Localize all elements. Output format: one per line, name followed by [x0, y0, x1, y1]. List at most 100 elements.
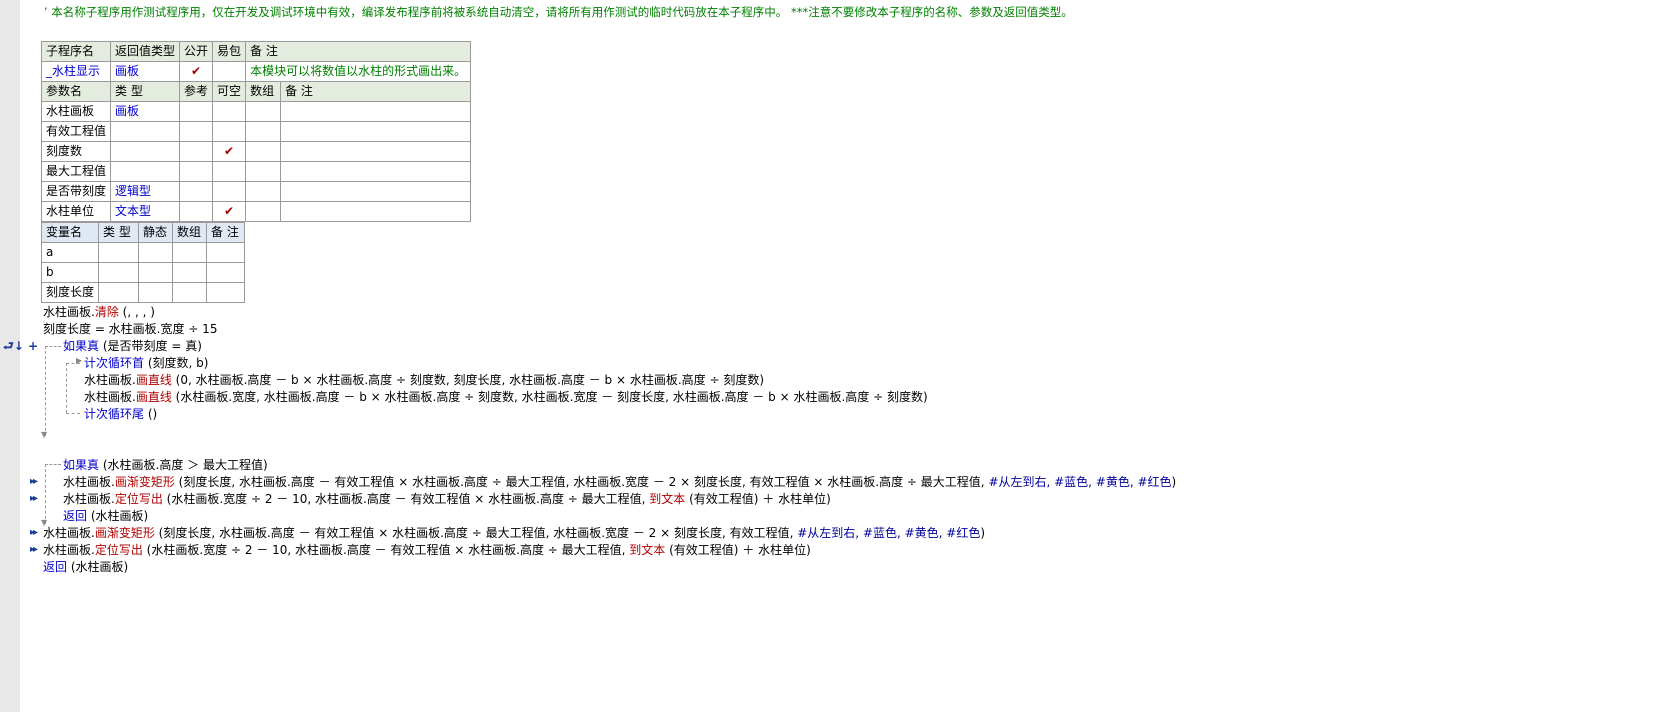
subroutine-row[interactable]: _水柱显示 画板 ✔ 本模块可以将数值以水柱的形式画出来。 [40, 61, 472, 82]
code-line[interactable]: 如果真 (是否带刻度 = 真) [63, 338, 202, 355]
code-method[interactable]: 画直线 [136, 373, 172, 387]
code-keyword[interactable]: 计次循环首 [84, 356, 144, 370]
subroutine-note[interactable]: 本模块可以将数值以水柱的形式画出来。 [245, 61, 472, 82]
subroutine-header-row: 子程序名 返回值类型 公开 易包 备 注 [40, 41, 472, 62]
code-line[interactable]: 水柱画板.定位写出 (水柱画板.宽度 ÷ 2 － 10, 水柱画板.高度 － 有… [63, 491, 831, 508]
param-type[interactable]: 画板 [110, 101, 181, 122]
variable-note[interactable] [206, 282, 245, 303]
param-name[interactable]: 有效工程值 [40, 121, 112, 142]
nullable-check-icon[interactable]: ✔ [212, 201, 247, 222]
collapse-marker-icon[interactable]: ⮐↓ + [3, 337, 38, 358]
param-nullable[interactable] [212, 121, 247, 142]
code-line[interactable]: 水柱画板.画渐变矩形 (刻度长度, 水柱画板.高度 － 有效工程值 × 水柱画板… [63, 474, 1176, 491]
code-line[interactable]: 水柱画板.画渐变矩形 (刻度长度, 水柱画板.高度 － 有效工程值 × 水柱画板… [43, 525, 985, 542]
code-line[interactable]: 计次循环首 (刻度数, b) [84, 355, 208, 372]
code-function[interactable]: 到文本 [629, 543, 665, 557]
param-tail[interactable] [245, 141, 472, 162]
param-ref[interactable] [179, 161, 214, 182]
param-row[interactable]: 最大工程值 [40, 161, 472, 182]
code-line[interactable]: 水柱画板.定位写出 (水柱画板.宽度 ÷ 2 － 10, 水柱画板.高度 － 有… [43, 542, 811, 559]
variable-type[interactable] [98, 262, 140, 283]
variable-name[interactable]: 刻度长度 [40, 282, 100, 303]
variable-array[interactable] [172, 242, 208, 263]
param-tail[interactable] [245, 121, 472, 142]
param-row[interactable]: 刻度数 ✔ [40, 141, 472, 162]
param-type[interactable] [110, 161, 181, 182]
code-method[interactable]: 画直线 [136, 390, 172, 404]
breakpoint-marker-icon[interactable]: ▸▸ [30, 476, 38, 487]
code-object: 水柱画板. [84, 373, 136, 387]
param-nullable[interactable] [212, 181, 247, 202]
param-nullable[interactable] [212, 101, 247, 122]
code-line[interactable]: 返回 (水柱画板) [63, 508, 148, 525]
code-keyword[interactable]: 返回 [63, 509, 87, 523]
variable-type[interactable] [98, 282, 140, 303]
param-name[interactable]: 刻度数 [40, 141, 112, 162]
code-line[interactable]: 如果真 (水柱画板.高度 ＞ 最大工程值) [63, 457, 268, 474]
breakpoint-marker-icon[interactable]: ▸▸ [30, 527, 38, 538]
code-method[interactable]: 定位写出 [115, 492, 163, 506]
code-args-close: ) [980, 526, 986, 540]
param-tail[interactable] [245, 101, 472, 122]
subroutine-name[interactable]: _水柱显示 [40, 61, 112, 82]
param-name[interactable]: 水柱画板 [40, 101, 112, 122]
public-check-icon[interactable]: ✔ [179, 61, 214, 82]
param-tail[interactable] [245, 201, 472, 222]
code-keyword[interactable]: 返回 [43, 560, 67, 574]
param-ref[interactable] [179, 101, 214, 122]
code-line[interactable]: 水柱画板.清除 (, , , ) [43, 304, 155, 321]
easy-pack-cell[interactable] [212, 61, 247, 82]
param-ref[interactable] [179, 141, 214, 162]
code-line[interactable]: 刻度长度 = 水柱画板.宽度 ÷ 15 [43, 321, 217, 338]
variable-note[interactable] [206, 242, 245, 263]
variable-array[interactable] [172, 282, 208, 303]
param-tail[interactable] [245, 181, 472, 202]
breakpoint-marker-icon[interactable]: ▸▸ [30, 544, 38, 555]
variable-note[interactable] [206, 262, 245, 283]
variable-name[interactable]: a [40, 242, 100, 263]
param-nullable[interactable] [212, 161, 247, 182]
param-ref[interactable] [179, 181, 214, 202]
variable-type[interactable] [98, 242, 140, 263]
param-ref[interactable] [179, 121, 214, 142]
param-type[interactable] [110, 141, 181, 162]
code-function[interactable]: 到文本 [649, 492, 685, 506]
code-line[interactable]: 计次循环尾 () [84, 406, 157, 423]
code-line[interactable]: 返回 (水柱画板) [43, 559, 128, 576]
param-row[interactable]: 是否带刻度 逻辑型 [40, 181, 472, 202]
nullable-check-icon[interactable]: ✔ [212, 141, 247, 162]
code-args: (刻度数, b) [144, 356, 209, 370]
param-type[interactable]: 逻辑型 [110, 181, 181, 202]
breakpoint-marker-icon[interactable]: ▸▸ [30, 493, 38, 504]
param-name[interactable]: 最大工程值 [40, 161, 112, 182]
param-name[interactable]: 水柱单位 [40, 201, 112, 222]
param-row[interactable]: 有效工程值 [40, 121, 472, 142]
param-type[interactable]: 文本型 [110, 201, 181, 222]
code-line[interactable]: 水柱画板.画直线 (水柱画板.宽度, 水柱画板.高度 － b × 水柱画板.高度… [84, 389, 928, 406]
variable-static[interactable] [138, 242, 174, 263]
variable-static[interactable] [138, 262, 174, 283]
code-method[interactable]: 定位写出 [95, 543, 143, 557]
param-tail[interactable] [245, 161, 472, 182]
code-method[interactable]: 画渐变矩形 [115, 475, 175, 489]
return-type[interactable]: 画板 [110, 61, 181, 82]
variable-row[interactable]: a [40, 242, 245, 263]
variable-array[interactable] [172, 262, 208, 283]
code-args: (刻度长度, 水柱画板.高度 － 有效工程值 × 水柱画板.高度 ÷ 最大工程值… [174, 475, 989, 489]
variable-static[interactable] [138, 282, 174, 303]
code-keyword[interactable]: 计次循环尾 [84, 407, 144, 421]
code-keyword[interactable]: 如果真 [63, 458, 99, 472]
col-header: 数组 [246, 82, 282, 101]
param-name[interactable]: 是否带刻度 [40, 181, 112, 202]
variable-row[interactable]: 刻度长度 [40, 282, 245, 303]
variable-name[interactable]: b [40, 262, 100, 283]
code-keyword[interactable]: 如果真 [63, 339, 99, 353]
variable-row[interactable]: b [40, 262, 245, 283]
code-method[interactable]: 清除 [95, 305, 119, 319]
param-row[interactable]: 水柱画板 画板 [40, 101, 472, 122]
code-line[interactable]: 水柱画板.画直线 (0, 水柱画板.高度 － b × 水柱画板.高度 ÷ 刻度数… [84, 372, 764, 389]
param-type[interactable] [110, 121, 181, 142]
param-row[interactable]: 水柱单位 文本型 ✔ [40, 201, 472, 222]
param-ref[interactable] [179, 201, 214, 222]
code-method[interactable]: 画渐变矩形 [95, 526, 155, 540]
